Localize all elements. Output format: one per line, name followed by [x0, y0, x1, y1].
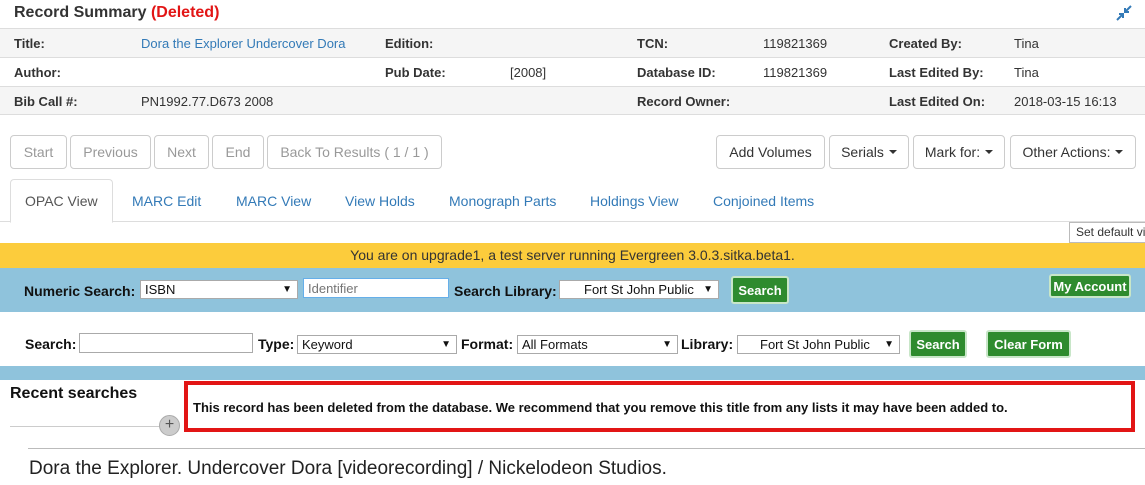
- dropdown-arrow-icon: ▼: [662, 339, 672, 350]
- content-divider: [28, 448, 1145, 449]
- pub-date-value: [2008]: [510, 65, 547, 80]
- last-edited-on-label: Last Edited On:: [889, 94, 986, 109]
- end-button[interactable]: End: [212, 135, 264, 169]
- tab-marc-edit[interactable]: MARC Edit: [118, 179, 215, 222]
- last-edited-by-value: Tina: [1014, 65, 1039, 80]
- dropdown-arrow-icon: ▼: [282, 284, 292, 295]
- library-value: Fort St John Public: [760, 337, 870, 352]
- caret-down-icon: [888, 150, 897, 154]
- record-title: Dora the Explorer. Undercover Dora [vide…: [29, 458, 667, 479]
- edition-label: Edition:: [385, 36, 434, 51]
- other-actions-label: Other Actions:: [1022, 144, 1111, 160]
- title-label: Title:: [14, 36, 45, 51]
- type-select[interactable]: Keyword ▼: [297, 335, 457, 354]
- next-button[interactable]: Next: [154, 135, 209, 169]
- title-link[interactable]: Dora the Explorer Undercover Dora: [141, 36, 345, 51]
- expand-plus-icon[interactable]: +: [159, 415, 180, 436]
- deleted-status: (Deleted): [150, 4, 220, 21]
- summary-row: Title: Dora the Explorer Undercover Dora…: [0, 28, 1145, 57]
- back-to-results-button[interactable]: Back To Results ( 1 / 1 ): [267, 135, 442, 169]
- dropdown-arrow-icon: ▼: [703, 284, 713, 295]
- numeric-search-label: Numeric Search:: [24, 283, 136, 299]
- dropdown-arrow-icon: ▼: [441, 339, 451, 350]
- recent-searches-divider: [10, 426, 178, 427]
- test-server-banner: You are on upgrade1, a test server runni…: [0, 243, 1145, 268]
- recent-searches-heading: Recent searches: [10, 385, 138, 402]
- tab-view-holds[interactable]: View Holds: [331, 179, 429, 222]
- collapse-icon[interactable]: [1115, 4, 1133, 22]
- deleted-record-alert: This record has been deleted from the da…: [184, 381, 1135, 432]
- last-edited-on-value: 2018-03-15 16:13: [1014, 94, 1117, 109]
- last-edited-by-label: Last Edited By:: [889, 65, 984, 80]
- record-owner-label: Record Owner:: [637, 94, 731, 109]
- add-volumes-button[interactable]: Add Volumes: [716, 135, 825, 169]
- summary-row: Bib Call #: PN1992.77.D673 2008 Record O…: [0, 86, 1145, 115]
- format-label: Format:: [461, 336, 514, 352]
- record-summary-header: Record Summary (Deleted): [0, 0, 1145, 28]
- serials-dropdown[interactable]: Serials: [829, 135, 909, 169]
- mark-for-dropdown[interactable]: Mark for:: [913, 135, 1005, 169]
- set-default-view-button[interactable]: Set default view: [1069, 222, 1145, 243]
- tab-bar: OPAC View MARC Edit MARC View View Holds…: [0, 179, 1145, 223]
- start-button[interactable]: Start: [10, 135, 67, 169]
- dropdown-arrow-icon: ▼: [884, 339, 894, 350]
- search-library-value: Fort St John Public: [584, 282, 694, 297]
- search-library-label: Search Library:: [454, 283, 557, 299]
- other-actions-dropdown[interactable]: Other Actions:: [1010, 135, 1136, 169]
- identifier-input[interactable]: [303, 278, 449, 298]
- numeric-search-button[interactable]: Search: [731, 276, 789, 304]
- library-label: Library:: [681, 336, 734, 352]
- format-select[interactable]: All Formats ▼: [517, 335, 678, 354]
- clear-form-button[interactable]: Clear Form: [986, 330, 1071, 358]
- bib-call-label: Bib Call #:: [14, 94, 78, 109]
- basic-search-bar: Search: Type: Keyword ▼ Format: All Forma…: [0, 312, 1145, 366]
- previous-button[interactable]: Previous: [70, 135, 151, 169]
- tcn-value: 119821369: [763, 36, 828, 51]
- tab-opac-view[interactable]: OPAC View: [10, 179, 113, 223]
- numeric-search-type-value: ISBN: [145, 282, 176, 297]
- type-value: Keyword: [302, 337, 353, 352]
- page-title-text: Record Summary: [14, 4, 147, 21]
- tab-holdings-view[interactable]: Holdings View: [576, 179, 692, 222]
- type-label: Type:: [258, 336, 295, 352]
- numeric-search-type-select[interactable]: ISBN ▼: [140, 280, 298, 299]
- created-by-value: Tina: [1014, 36, 1039, 51]
- search-bar-divider: [0, 366, 1145, 380]
- page-title: Record Summary (Deleted): [14, 4, 219, 22]
- tcn-label: TCN:: [637, 36, 669, 51]
- deleted-record-alert-text: This record has been deleted from the da…: [193, 400, 1008, 415]
- mark-for-label: Mark for:: [924, 144, 981, 160]
- bib-call-value: PN1992.77.D673 2008: [141, 94, 274, 109]
- library-select[interactable]: Fort St John Public ▼: [737, 335, 900, 354]
- numeric-search-bar: Numeric Search: ISBN ▼ Search Library: Fo…: [0, 268, 1145, 312]
- database-id-value: 119821369: [763, 65, 828, 80]
- pub-date-label: Pub Date:: [385, 65, 446, 80]
- tab-conjoined-items[interactable]: Conjoined Items: [699, 179, 828, 222]
- summary-row: Author: Pub Date: [2008] Database ID: 11…: [0, 57, 1145, 86]
- tab-monograph-parts[interactable]: Monograph Parts: [435, 179, 570, 222]
- record-summary-table: Title: Dora the Explorer Undercover Dora…: [0, 28, 1145, 115]
- my-account-button[interactable]: My Account: [1049, 274, 1131, 298]
- search-library-select[interactable]: Fort St John Public ▼: [559, 280, 719, 299]
- caret-down-icon: [1115, 150, 1124, 154]
- search-label: Search:: [25, 336, 77, 352]
- search-input[interactable]: [79, 333, 253, 353]
- created-by-label: Created By:: [889, 36, 962, 51]
- caret-down-icon: [985, 150, 994, 154]
- format-value: All Formats: [522, 337, 588, 352]
- serials-label: Serials: [841, 144, 884, 160]
- tab-marc-view[interactable]: MARC View: [222, 179, 325, 222]
- author-label: Author:: [14, 65, 61, 80]
- database-id-label: Database ID:: [637, 65, 716, 80]
- search-button[interactable]: Search: [909, 330, 967, 358]
